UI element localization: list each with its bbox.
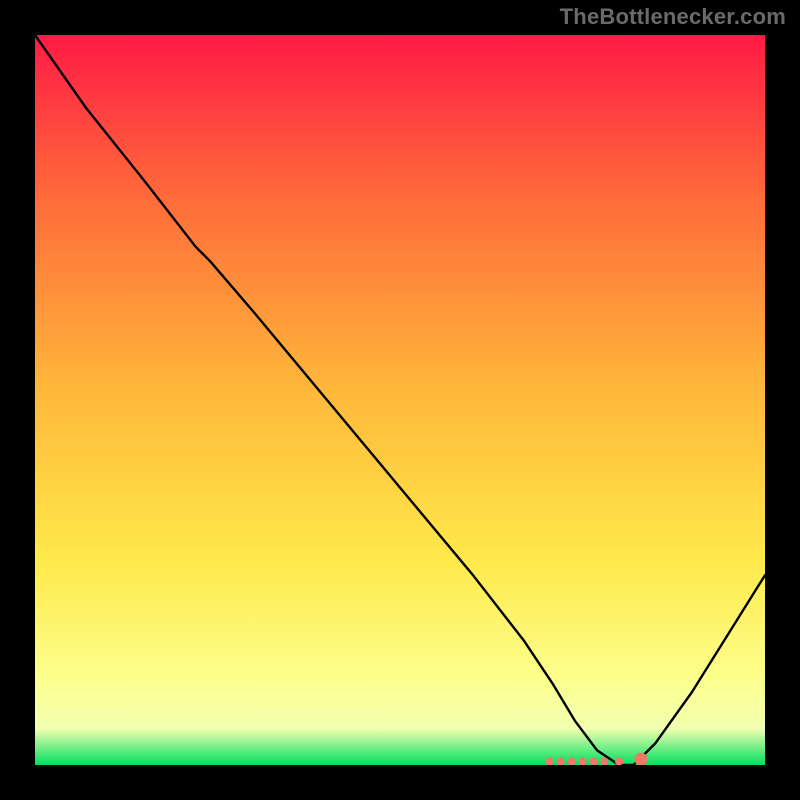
marker-dot bbox=[546, 757, 554, 765]
marker-dot bbox=[600, 757, 608, 765]
chart-svg bbox=[35, 35, 765, 765]
watermark-label: TheBottlenecker.com bbox=[560, 4, 786, 30]
plot-area bbox=[35, 35, 765, 765]
marker-dot bbox=[589, 757, 597, 765]
marker-dot bbox=[615, 757, 623, 765]
marker-dot bbox=[557, 757, 565, 765]
marker-dot bbox=[568, 757, 576, 765]
chart-canvas: TheBottlenecker.com bbox=[0, 0, 800, 800]
gradient-background bbox=[35, 35, 765, 765]
marker-dot bbox=[578, 757, 586, 765]
